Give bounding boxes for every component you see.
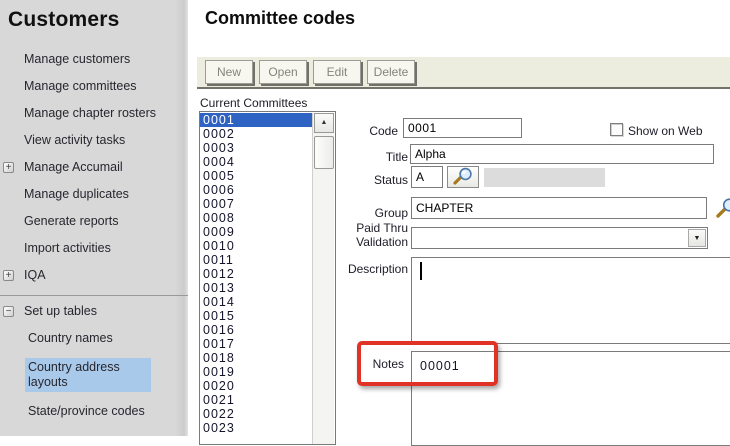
list-item[interactable]: 0006: [200, 183, 312, 197]
group-label: Group: [340, 206, 408, 220]
list-item[interactable]: 0003: [200, 141, 312, 155]
status-label: Status: [340, 173, 408, 187]
sidebar-item-label: Country address layouts: [25, 358, 151, 392]
sidebar-item-label: Set up tables: [24, 304, 97, 318]
list-item[interactable]: 0018: [200, 351, 312, 365]
list-item[interactable]: 0013: [200, 281, 312, 295]
expand-icon[interactable]: +: [3, 270, 14, 281]
sidebar-item[interactable]: View activity tasks: [0, 133, 178, 148]
description-textarea[interactable]: [411, 257, 730, 344]
list-item[interactable]: 0011: [200, 253, 312, 267]
sidebar-item[interactable]: Manage committees: [0, 79, 178, 94]
list-item[interactable]: 0016: [200, 323, 312, 337]
sidebar-item[interactable]: Manage chapter rosters: [0, 106, 178, 121]
delete-button[interactable]: Delete: [367, 60, 415, 84]
sidebar-nav: Manage customers Manage committees Manage …: [0, 52, 188, 419]
list-item[interactable]: 0009: [200, 225, 312, 239]
list-item[interactable]: 0020: [200, 379, 312, 393]
sidebar-item-label: Manage chapter rosters: [24, 106, 156, 120]
status-lookup-button[interactable]: [447, 166, 479, 188]
expand-icon[interactable]: +: [3, 162, 14, 173]
page-title: Committee codes: [205, 8, 355, 29]
sidebar-item-label: State/province codes: [28, 404, 145, 418]
open-button[interactable]: Open: [259, 60, 307, 84]
sidebar-item[interactable]: Country address layouts: [0, 358, 178, 392]
list-item[interactable]: 0007: [200, 197, 312, 211]
notes-textarea[interactable]: 00001: [411, 351, 730, 446]
list-item[interactable]: 0010: [200, 239, 312, 253]
committee-list: 0001000200030004000500060007000800090010…: [200, 113, 312, 435]
sidebar-item-label: Manage Accumail: [24, 160, 123, 174]
list-item[interactable]: 0012: [200, 267, 312, 281]
paid-thru-select[interactable]: ▼: [411, 227, 708, 249]
sidebar-item[interactable]: + IQA: [0, 268, 178, 283]
list-item[interactable]: 0014: [200, 295, 312, 309]
title-label: Title: [340, 150, 408, 164]
sidebar-item[interactable]: Manage customers: [0, 52, 178, 67]
list-item[interactable]: 0001: [200, 113, 312, 127]
new-button[interactable]: New: [205, 60, 253, 84]
list-item[interactable]: 0023: [200, 421, 312, 435]
sidebar-item[interactable]: −Set up tables: [0, 304, 178, 319]
sidebar-title: Customers: [0, 8, 188, 32]
sidebar-item-label: Generate reports: [24, 214, 119, 228]
sidebar-item-label: Manage duplicates: [24, 187, 129, 201]
group-input[interactable]: [411, 197, 707, 219]
sidebar-item-label: Manage customers: [24, 52, 130, 66]
description-label: Description: [340, 262, 408, 276]
committee-list-label: Current Committees: [200, 96, 307, 110]
sidebar-item-label: Manage committees: [24, 79, 137, 93]
sidebar-item[interactable]: Country names: [0, 331, 178, 346]
sidebar-item[interactable]: Generate reports: [0, 214, 178, 229]
sidebar: Customers Manage customers Manage committ…: [0, 0, 188, 436]
paid-thru-label: Paid Thru Validation: [340, 221, 408, 249]
show-on-web-checkbox[interactable]: [610, 123, 623, 136]
list-item[interactable]: 0005: [200, 169, 312, 183]
sidebar-item-label: IQA: [24, 268, 46, 282]
status-input[interactable]: [411, 166, 443, 188]
code-input[interactable]: [403, 118, 522, 138]
sidebar-item[interactable]: Import activities: [0, 241, 178, 256]
sidebar-item[interactable]: Manage duplicates: [0, 187, 178, 202]
committee-listbox: 0001000200030004000500060007000800090010…: [199, 111, 336, 445]
notes-label: Notes: [340, 357, 404, 371]
sidebar-item-label: Import activities: [24, 241, 111, 255]
list-item[interactable]: 0022: [200, 407, 312, 421]
list-item[interactable]: 0002: [200, 127, 312, 141]
list-item[interactable]: 0008: [200, 211, 312, 225]
list-item[interactable]: 0017: [200, 337, 312, 351]
scrollbar-thumb[interactable]: [314, 136, 334, 169]
list-scrollbar[interactable]: ▲: [312, 113, 334, 444]
status-description-display: [484, 168, 605, 187]
scroll-up-icon[interactable]: ▲: [314, 113, 334, 133]
sidebar-item[interactable]: + Manage Accumail: [0, 160, 178, 175]
toolbar: New Open Edit Delete: [197, 57, 730, 89]
list-item[interactable]: 0019: [200, 365, 312, 379]
list-item[interactable]: 0015: [200, 309, 312, 323]
code-label: Code: [340, 124, 398, 138]
group-lookup-magnifier-icon[interactable]: [714, 197, 730, 224]
magnifier-icon: [451, 173, 475, 188]
show-on-web-label: Show on Web: [628, 124, 703, 138]
sidebar-item[interactable]: State/province codes: [0, 404, 178, 419]
list-item[interactable]: 0021: [200, 393, 312, 407]
dropdown-arrow-icon[interactable]: ▼: [688, 229, 706, 247]
sidebar-divider: [0, 295, 188, 296]
list-item[interactable]: 0004: [200, 155, 312, 169]
edit-button[interactable]: Edit: [313, 60, 361, 84]
collapse-icon[interactable]: −: [3, 306, 14, 317]
sidebar-item-label: Country names: [28, 331, 113, 345]
title-input[interactable]: [410, 144, 714, 164]
text-caret: [420, 262, 422, 280]
sidebar-item-label: View activity tasks: [24, 133, 125, 147]
